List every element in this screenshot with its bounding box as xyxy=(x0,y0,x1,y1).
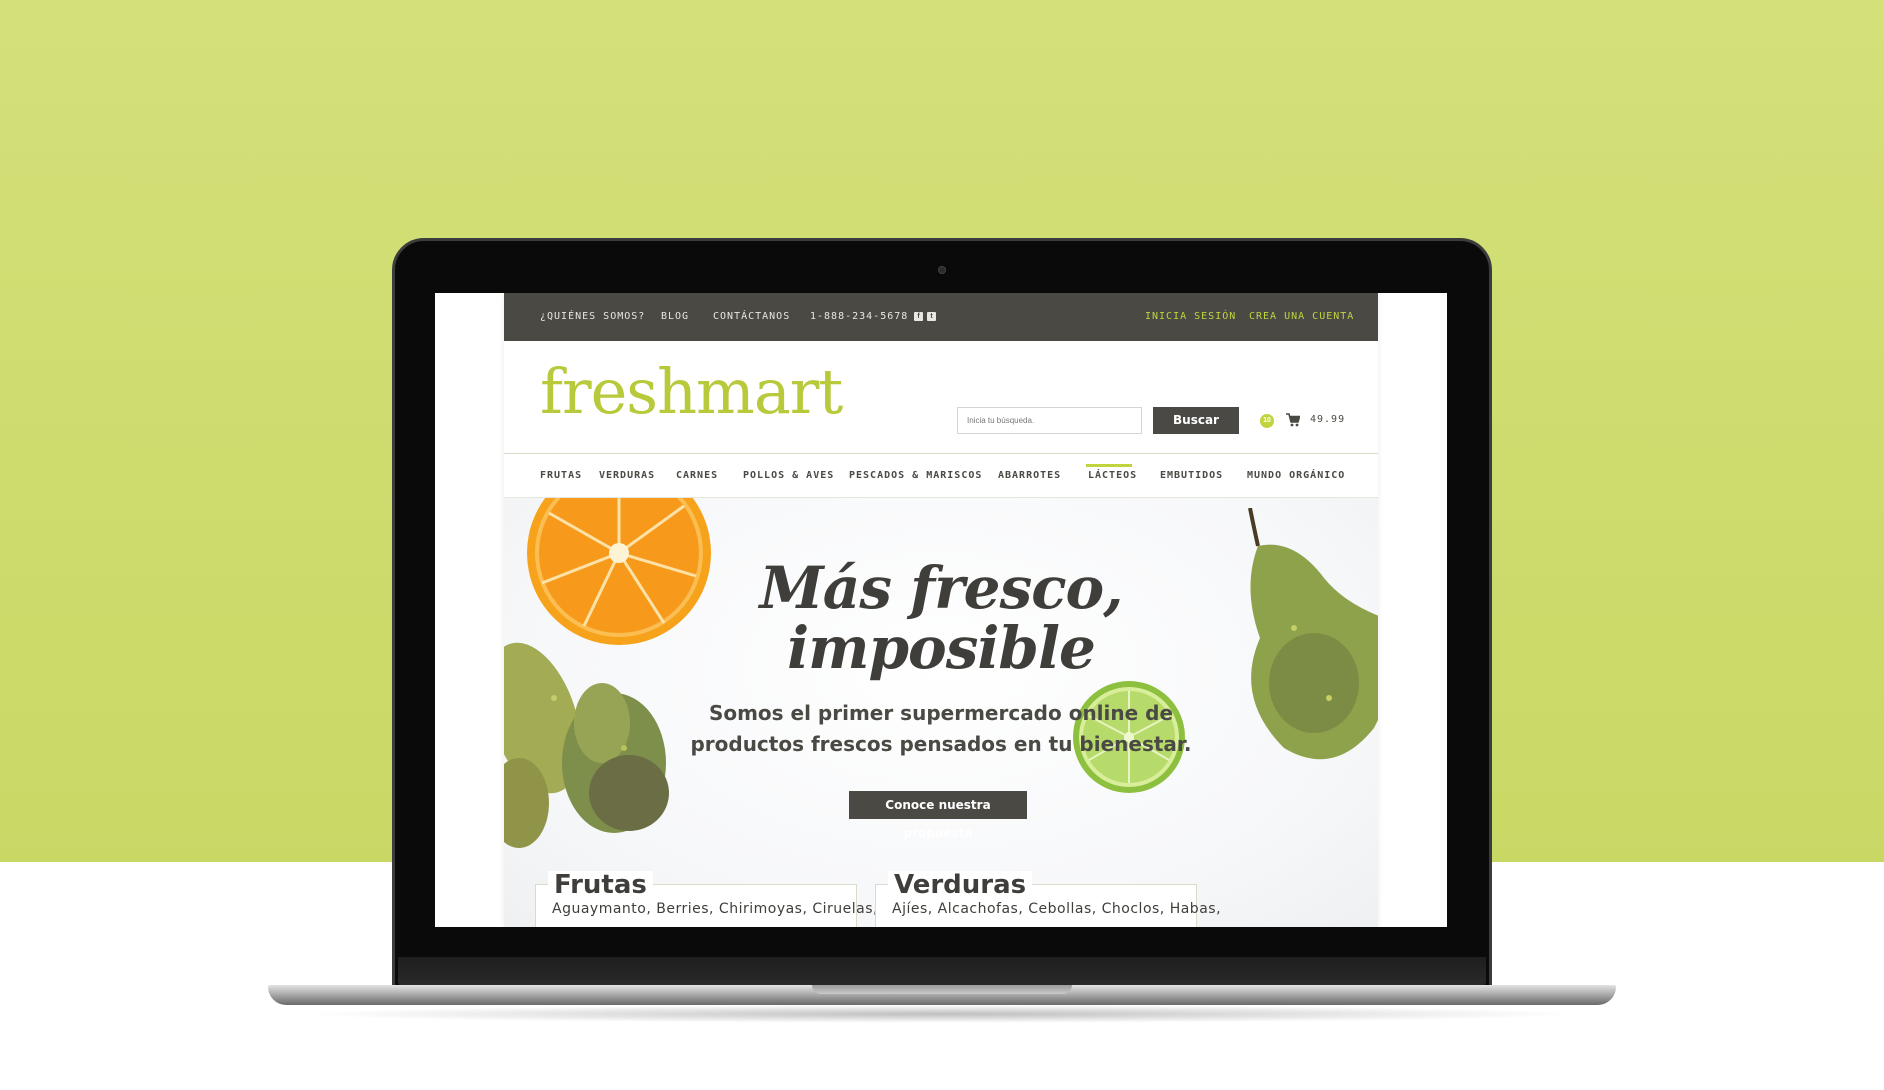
nav-item-embutidos[interactable]: EMBUTIDOS xyxy=(1160,454,1223,497)
nav-item-frutas[interactable]: FRUTAS xyxy=(540,454,582,497)
freshmart-logo[interactable]: freshmart xyxy=(540,357,843,427)
category-card-title: Verduras xyxy=(888,871,1033,899)
nav-item-pollos-aves[interactable]: POLLOS & AVES xyxy=(743,454,834,497)
laptop-notch xyxy=(812,985,1072,994)
phone-number: 1-888-234-5678 xyxy=(810,311,909,322)
hero-title-line-2: imposible xyxy=(787,614,1096,682)
search-input[interactable]: Inicia tu búsqueda. xyxy=(957,407,1142,434)
propuesta-button[interactable]: Conoce nuestra propuesta xyxy=(849,791,1027,840)
category-card-title: Frutas xyxy=(548,871,653,899)
hero-banner: Más fresco, imposible Somos el primer su… xyxy=(504,498,1378,927)
top-bar: ¿QUIÉNES SOMOS? BLOG CONTÁCTANOS 1-888-2… xyxy=(504,293,1378,341)
category-card-verduras[interactable]: Verduras Ajíes, Alcachofas, Cebollas, Ch… xyxy=(875,871,1221,927)
facebook-icon[interactable]: f xyxy=(914,312,923,321)
laptop-chin xyxy=(398,957,1486,987)
twitter-icon[interactable]: t xyxy=(927,312,936,321)
category-card-text: Ajíes, Alcachofas, Cebollas, Choclos, Ha… xyxy=(892,901,1222,917)
login-link[interactable]: INICIA SESIÓN xyxy=(1145,293,1236,341)
nav-item-verduras[interactable]: VERDURAS xyxy=(599,454,655,497)
cart-count-badge: 10 xyxy=(1260,414,1274,428)
hero-title: Más fresco, imposible xyxy=(504,558,1378,678)
hero-subtitle-line-2: productos frescos pensados en tu bienest… xyxy=(690,732,1192,756)
category-nav: FRUTAS VERDURAS CARNES POLLOS & AVES PES… xyxy=(504,453,1378,498)
hero-subtitle-line-1: Somos el primer supermercado online de xyxy=(708,701,1174,725)
category-card-text: Aguaymanto, Berries, Chirimoyas, Ciruela… xyxy=(552,901,878,917)
nav-item-carnes[interactable]: CARNES xyxy=(676,454,718,497)
nav-item-mundo-organico[interactable]: MUNDO ORGÁNICO xyxy=(1247,454,1345,497)
about-link[interactable]: ¿QUIÉNES SOMOS? xyxy=(540,293,645,341)
website: ¿QUIÉNES SOMOS? BLOG CONTÁCTANOS 1-888-2… xyxy=(504,293,1378,927)
laptop-shadow xyxy=(300,1005,1584,1023)
search-button[interactable]: Buscar xyxy=(1153,407,1239,434)
laptop-screen: ¿QUIÉNES SOMOS? BLOG CONTÁCTANOS 1-888-2… xyxy=(435,293,1447,927)
register-link[interactable]: CREA UNA CUENTA xyxy=(1249,293,1354,341)
contact-link[interactable]: CONTÁCTANOS xyxy=(713,293,790,341)
blog-link[interactable]: BLOG xyxy=(661,293,689,341)
nav-item-lacteos[interactable]: LÁCTEOS xyxy=(1088,454,1137,497)
cart-total[interactable]: 49.99 xyxy=(1310,412,1345,428)
nav-item-abarrotes[interactable]: ABARROTES xyxy=(998,454,1061,497)
hero-subtitle: Somos el primer supermercado online de p… xyxy=(504,698,1378,760)
hero-title-line-1: Más fresco, xyxy=(759,554,1124,622)
category-card-frutas[interactable]: Frutas Aguaymanto, Berries, Chirimoyas, … xyxy=(535,871,878,927)
cart-icon[interactable] xyxy=(1286,413,1300,427)
nav-item-pescados-mariscos[interactable]: PESCADOS & MARISCOS xyxy=(849,454,982,497)
camera-icon xyxy=(938,266,946,274)
